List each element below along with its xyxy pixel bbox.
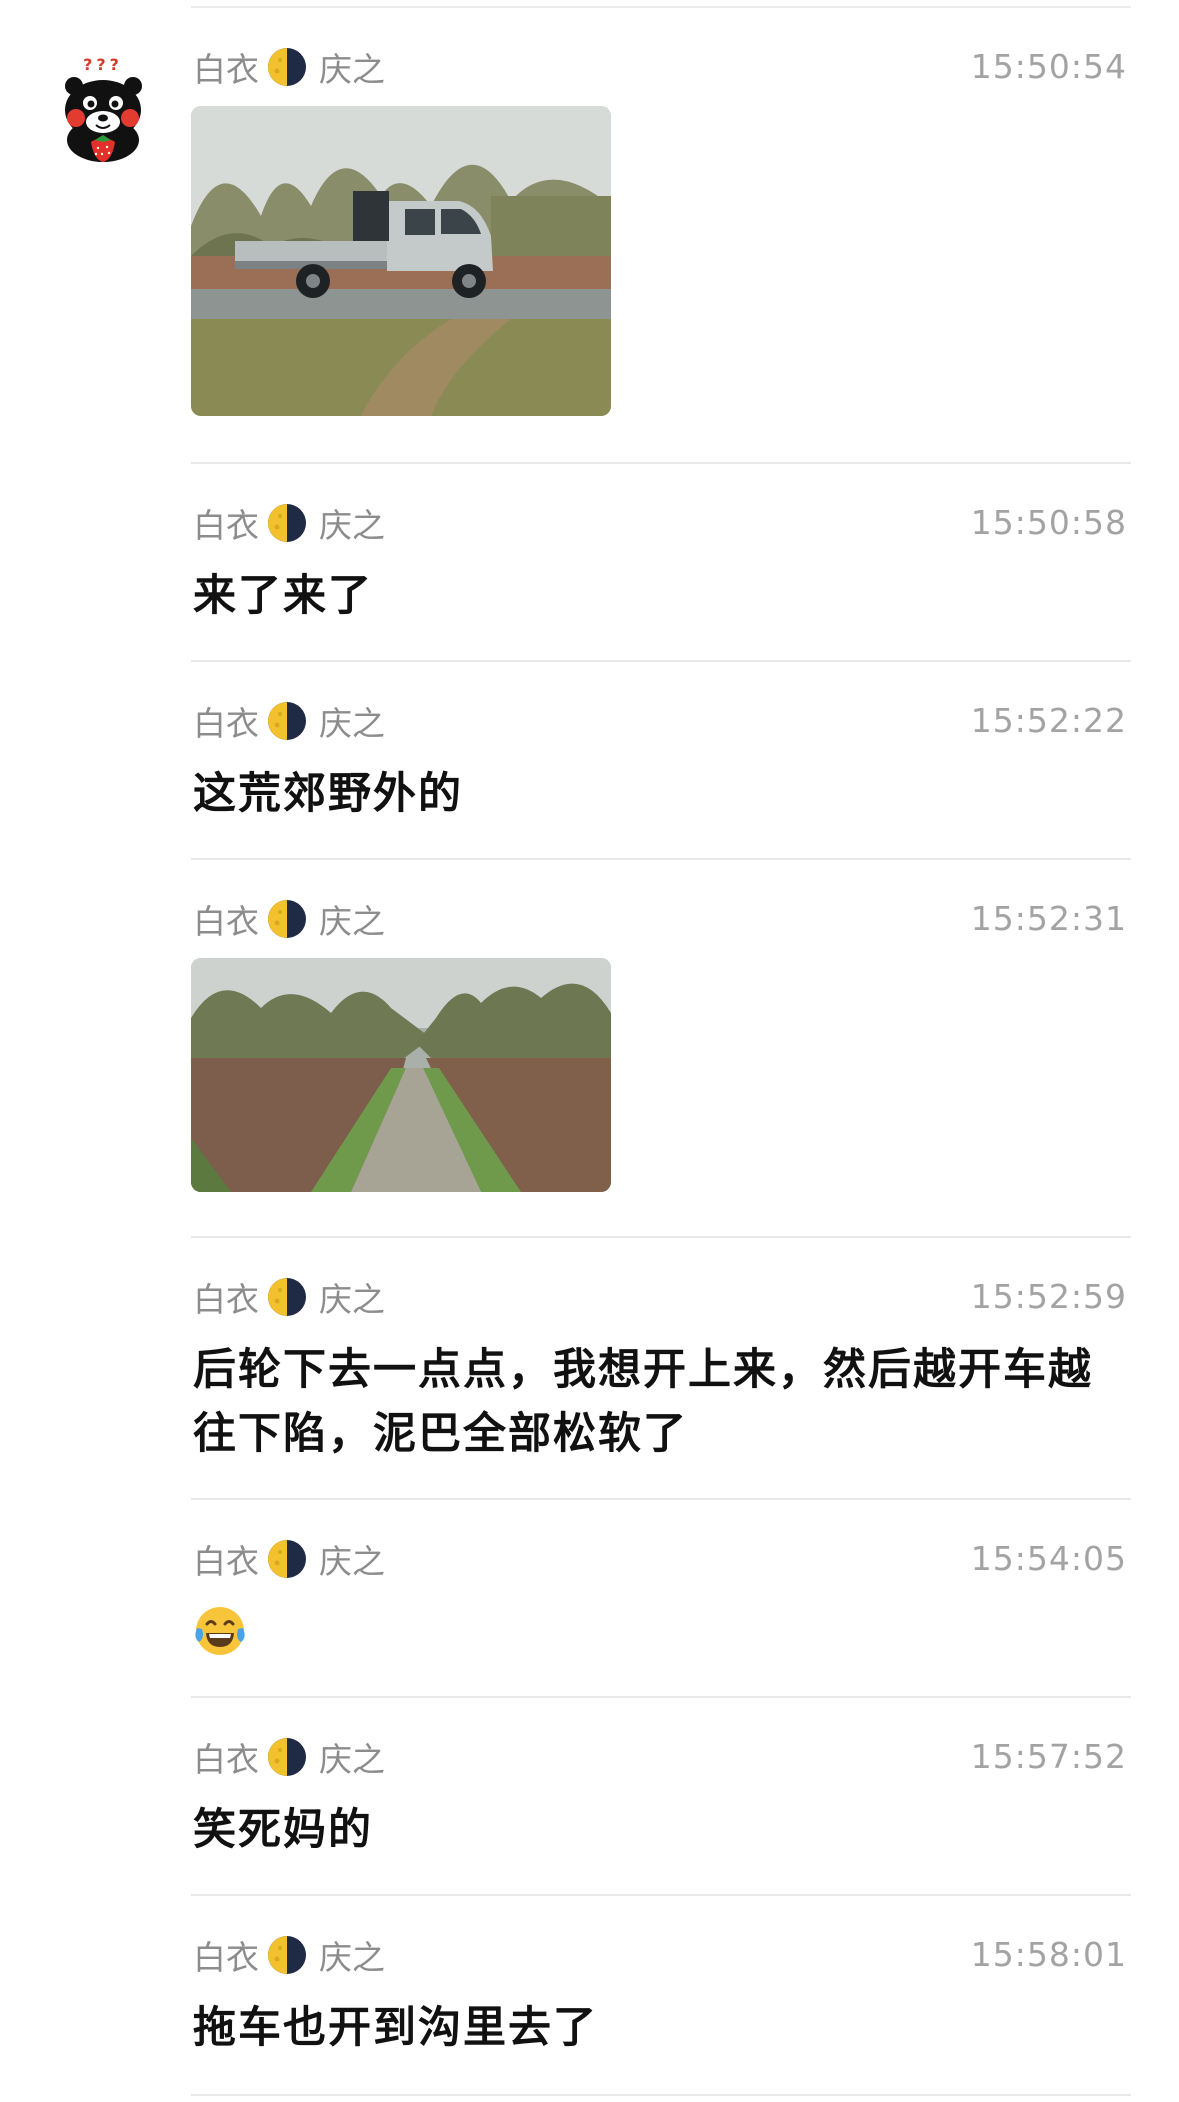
sender-last-name: 庆之 [319,50,385,89]
sender-first-name: 白衣 [193,1938,259,1977]
half-moon-icon [267,1935,307,1975]
half-moon-icon [267,899,307,939]
half-moon-icon [267,1539,307,1579]
divider [191,6,1131,8]
sender-last-name: 庆之 [319,1542,385,1581]
half-moon-icon [267,503,307,543]
message-time: 15:52:31 [970,899,1127,938]
message-time: 15:54:05 [970,1539,1127,1578]
half-moon-icon [267,701,307,741]
sender-last-name: 庆之 [319,1740,385,1779]
divider [191,858,1131,860]
divider [191,462,1131,464]
message-item: 白衣 庆之 15:50:54 [191,42,1131,416]
divider [191,1498,1131,1500]
message-header: 白衣 庆之 15:52:22 [191,696,1131,746]
message-text: 后轮下去一点点，我想开上来，然后越开车越往下陷，泥巴全部松软了 [193,1345,1093,1459]
kumamon-avatar-icon: ??? [65,55,142,162]
sender-last-name: 庆之 [319,1938,385,1977]
sender-name[interactable]: 白衣 庆之 [193,1272,385,1322]
sender-last-name: 庆之 [319,506,385,545]
message-text: 来了来了 [193,571,373,621]
sender-first-name: 白衣 [193,506,259,545]
sender-first-name: 白衣 [193,1280,259,1319]
sender-name[interactable]: 白衣 庆之 [193,1534,385,1584]
message-header: 白衣 庆之 15:58:01 [191,1930,1131,1980]
message-header: 白衣 庆之 15:50:58 [191,498,1131,548]
message-item: 白衣 庆之 15:58:01 拖车也开到沟里去了 [191,1930,1131,2053]
half-moon-icon [267,1277,307,1317]
sender-first-name: 白衣 [193,902,259,941]
sender-first-name: 白衣 [193,1740,259,1779]
sender-name[interactable]: 白衣 庆之 [193,498,385,548]
message-time: 15:52:59 [970,1277,1127,1316]
sender-last-name: 庆之 [319,704,385,743]
message-text: 这荒郊野外的 [193,769,463,819]
message-header: 白衣 庆之 15:50:54 [191,42,1131,92]
divider [191,660,1131,662]
sender-first-name: 白衣 [193,50,259,89]
message-time: 15:52:22 [970,701,1127,740]
sender-name[interactable]: 白衣 庆之 [193,1732,385,1782]
half-moon-icon [267,1737,307,1777]
avatar-badge-text: ??? [83,55,123,74]
muddy-road-photo[interactable] [191,958,611,1192]
message-time: 15:57:52 [970,1737,1127,1776]
message-item: 白衣 庆之 15:52:59 后轮下去一点点，我想开上来，然后越开车越往下陷，泥… [191,1272,1131,1459]
message-header: 白衣 庆之 15:52:59 [191,1272,1131,1322]
message-item: 白衣 庆之 15:50:58 来了来了 [191,498,1131,621]
message-text: 笑死妈的 [193,1805,373,1855]
chat-history-page: ??? 白衣 庆之 15:50:54 白衣 庆之 15:50:58 来了来了 白… [0,0,1179,2102]
message-item: 白衣 庆之 15:52:31 [191,894,1131,1192]
message-item: 白衣 庆之 15:52:22 这荒郊野外的 [191,696,1131,819]
sender-name[interactable]: 白衣 庆之 [193,1930,385,1980]
sender-last-name: 庆之 [319,902,385,941]
muddy-road-photo-icon [191,958,611,1192]
divider [191,1696,1131,1698]
message-time: 15:58:01 [970,1935,1127,1974]
sender-name[interactable]: 白衣 庆之 [193,894,385,944]
sender-name[interactable]: 白衣 庆之 [193,42,385,92]
sender-last-name: 庆之 [319,1280,385,1319]
message-header: 白衣 庆之 15:57:52 [191,1732,1131,1782]
message-item: 白衣 庆之 15:57:52 笑死妈的 [191,1732,1131,1855]
tears-of-joy-emoji-icon [193,1604,247,1658]
divider [191,1236,1131,1238]
sender-first-name: 白衣 [193,1542,259,1581]
truck-photo[interactable] [191,106,611,416]
message-text: 拖车也开到沟里去了 [193,2003,598,2053]
truck-photo-icon [191,106,611,416]
divider [191,1894,1131,1896]
message-item: 白衣 庆之 15:54:05 [191,1534,1131,1655]
message-time: 15:50:54 [970,47,1127,86]
half-moon-icon [267,47,307,87]
message-time: 15:50:58 [970,503,1127,542]
sender-name[interactable]: 白衣 庆之 [193,696,385,746]
sender-first-name: 白衣 [193,704,259,743]
message-header: 白衣 庆之 15:52:31 [191,894,1131,944]
divider [191,2094,1131,2096]
message-header: 白衣 庆之 15:54:05 [191,1534,1131,1584]
avatar[interactable]: ??? [52,52,155,162]
